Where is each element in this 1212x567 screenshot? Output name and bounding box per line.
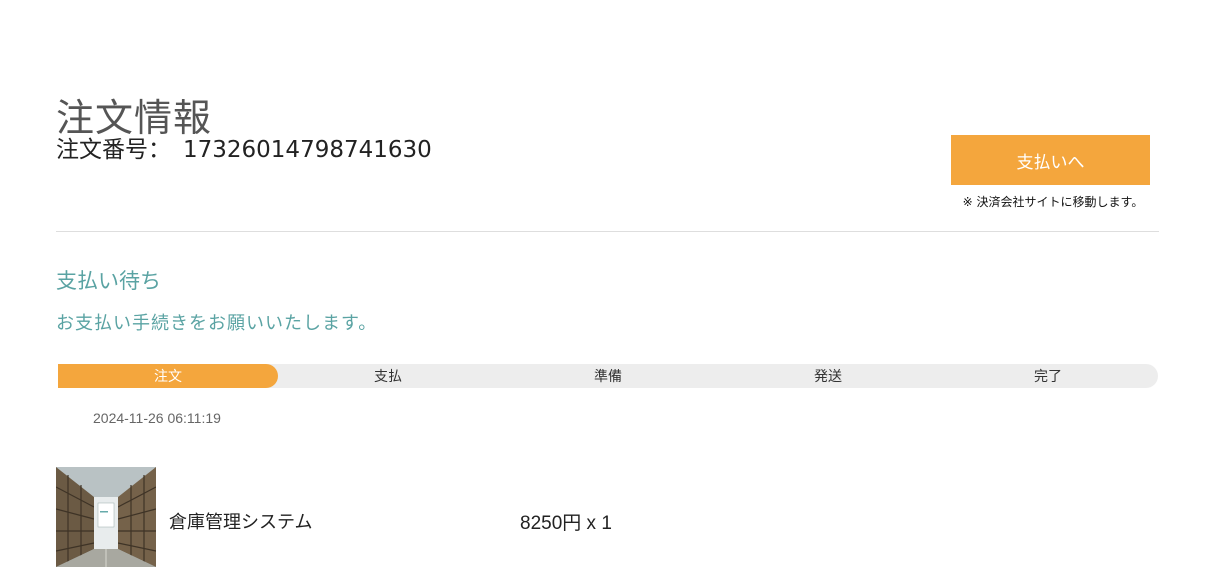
progress-step-order: 注文 [58, 364, 278, 388]
progress-step-preparing: 準備 [594, 369, 622, 385]
order-timestamp: 2024-11-26 06:11:19 [93, 410, 221, 426]
product-image[interactable] [56, 467, 156, 567]
order-number-label: 注文番号： [56, 137, 171, 163]
divider [56, 231, 1159, 232]
order-number: 注文番号： 17326014798741630 [56, 130, 432, 164]
progress-step-payment: 支払 [374, 369, 402, 385]
pay-button[interactable]: 支払いへ [951, 135, 1150, 185]
status-title: 支払い待ち [56, 269, 161, 293]
product-name: 倉庫管理システム [169, 512, 313, 533]
product-price: 8250円 x 1 [520, 513, 612, 534]
order-progress-bar: 注文 支払 準備 発送 完了 [58, 364, 1158, 388]
progress-step-complete: 完了 [1034, 369, 1062, 385]
payment-note: ※ 決済会社サイトに移動します。 [962, 195, 1144, 209]
progress-step-shipping: 発送 [814, 369, 842, 385]
order-number-value: 17326014798741630 [183, 137, 432, 163]
warehouse-image [56, 467, 156, 567]
status-message: お支払い手続きをお願いいたします。 [56, 313, 378, 334]
